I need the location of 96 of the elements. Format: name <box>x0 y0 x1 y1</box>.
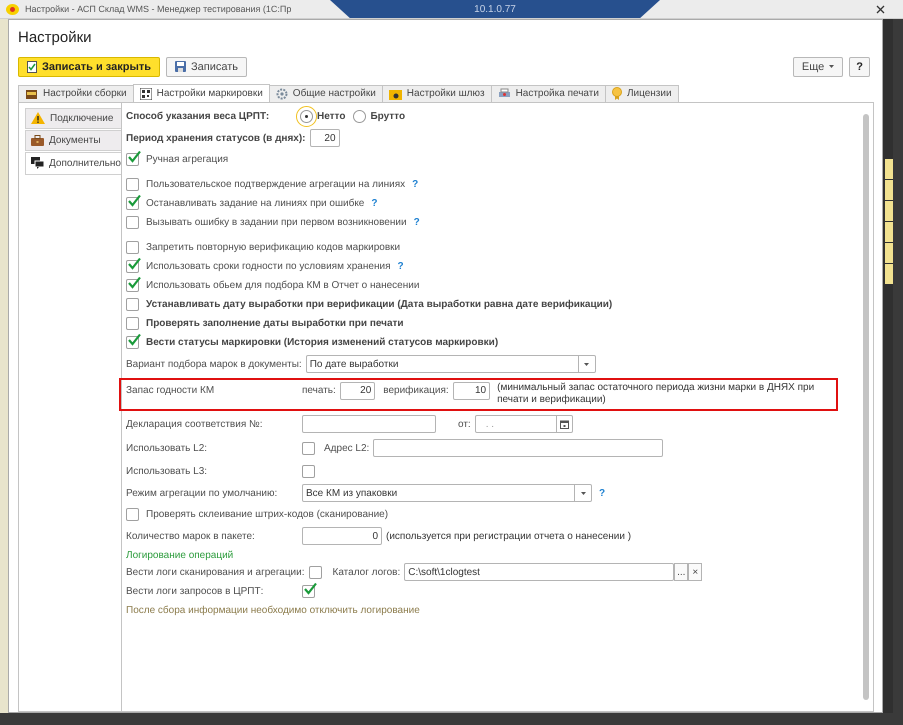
more-button[interactable]: Еще <box>792 56 844 77</box>
close-icon <box>876 5 885 14</box>
help-link[interactable]: ? <box>397 260 404 272</box>
field-label: Период хранения статусов (в днях): <box>126 132 306 144</box>
field-label: Каталог логов: <box>332 566 400 578</box>
option-label: Брутто <box>370 110 406 122</box>
warning-icon <box>31 112 45 124</box>
checkbox-label: Устанавливать дату выработки при верификации (Дата выработки равна дате верификации) <box>146 298 612 310</box>
number-field[interactable]: 0 <box>302 527 382 546</box>
dropdown-field[interactable]: Все КМ из упаковки <box>302 484 592 502</box>
checkbox[interactable] <box>126 278 139 292</box>
help-link[interactable]: ? <box>412 178 418 190</box>
window-title: Настройки - АСП Склад WMS - Менеджер тестирования (1С:Пр <box>25 4 292 14</box>
field-label: Декларация соответствия №: <box>126 418 264 430</box>
tab[interactable]: Настройки шлюз <box>382 84 492 102</box>
checkbox[interactable] <box>126 316 139 330</box>
checkbox-label: Вести статусы маркировки (История изменений статусов маркировки) <box>146 336 498 348</box>
host-address: 10.1.0.77 <box>474 4 516 14</box>
checkbox[interactable] <box>126 196 139 210</box>
hint-text: После сбора информации необходимо отключить логирование <box>126 604 420 616</box>
tab[interactable]: Настройки маркировки <box>132 84 270 103</box>
help-link[interactable]: ? <box>371 198 378 209</box>
field-label: верификация: <box>383 384 449 396</box>
field-label: Использовать L2: <box>126 442 208 454</box>
field-label: Адрес L2: <box>324 442 370 454</box>
side-tab[interactable]: Дополнительно <box>25 152 121 175</box>
field-label: Режим агрегации по умолчанию: <box>126 488 278 499</box>
tab[interactable]: Общие настройки <box>268 84 383 102</box>
radio-button[interactable] <box>353 110 366 123</box>
caret-icon <box>829 65 834 68</box>
side-tab[interactable]: Документы <box>25 130 121 151</box>
checkbox-label: Проверять склеивание штрих-кодов (сканирование) <box>146 508 388 520</box>
printer-icon <box>498 88 511 100</box>
save-button[interactable]: Записать <box>166 56 248 77</box>
checkbox-label: Останавливать задание на линиях при ошибке <box>146 198 364 209</box>
chat-icon <box>31 157 44 170</box>
field-label: Способ указания веса ЦРПТ: <box>126 110 270 122</box>
checkbox[interactable] <box>302 442 315 455</box>
hint-text: (используется при регистрации отчета о нанесении ) <box>386 530 632 542</box>
checkbox-label: Использовать обьем для подбора КМ в Отчет о нанесении <box>146 280 420 291</box>
tab[interactable]: Настройка печати <box>490 84 606 102</box>
number-field[interactable]: 20 <box>310 129 340 148</box>
caret-icon <box>584 362 590 366</box>
clear-button[interactable]: × <box>688 563 702 582</box>
checkbox-label: Ручная агрегация <box>146 154 228 165</box>
dropdown-field[interactable]: По дате выработки <box>306 355 596 374</box>
field-label: печать: <box>302 384 336 396</box>
field-label: Количество марок в пакете: <box>126 530 256 542</box>
checkbox[interactable] <box>308 566 322 579</box>
text-field[interactable]: C:\soft\1clogtest <box>404 563 674 582</box>
choose-button[interactable]: ... <box>674 563 688 582</box>
checkbox[interactable] <box>302 464 315 478</box>
field-label: Вариант подбора марок в документы: <box>126 358 302 370</box>
settings-icon <box>276 88 288 100</box>
number-field[interactable]: 10 <box>452 382 490 400</box>
text-field[interactable] <box>373 439 664 458</box>
checkbox[interactable] <box>126 216 139 229</box>
option-label: Нетто <box>317 110 346 122</box>
field-label: Вести логи сканирования и агрегации: <box>126 566 305 578</box>
calendar-icon <box>560 420 569 429</box>
caret-icon <box>580 492 586 495</box>
hint-text: (минимальный запас остаточного периода жизни марки в ДНЯХ при печати и верификации) <box>497 382 816 406</box>
text-field[interactable] <box>302 415 436 434</box>
briefcase-icon <box>31 134 44 146</box>
field-label: Вести логи запросов в ЦРПТ: <box>126 586 264 597</box>
number-field[interactable]: 20 <box>340 382 376 400</box>
checkbox[interactable] <box>126 508 139 521</box>
form-title: Настройки <box>18 29 93 47</box>
section-title: Логирование операций <box>126 550 234 562</box>
checkbox[interactable] <box>126 336 139 349</box>
checkbox-label: Проверять заполнение даты выработки при печати <box>146 318 404 329</box>
help-link[interactable]: ? <box>599 488 606 499</box>
checkbox[interactable] <box>126 240 139 254</box>
field-label: от: <box>458 418 471 430</box>
qr-code-icon <box>140 88 152 100</box>
help-button[interactable]: ? <box>849 56 870 77</box>
help-link[interactable]: ? <box>414 216 420 228</box>
tab[interactable]: Настройки сборки <box>18 84 134 102</box>
checkbox[interactable] <box>126 298 139 311</box>
checkbox-label: Использовать сроки годности по условиям хранения <box>146 260 390 272</box>
checkbox[interactable] <box>126 260 139 273</box>
save-close-button[interactable]: Записать и закрыть <box>18 56 160 77</box>
field-label: Использовать L3: <box>126 466 208 477</box>
field-label: Запас годности КМ <box>126 384 216 396</box>
checkbox-label: Запретить повторную верификацию кодов маркировки <box>146 242 400 253</box>
checkbox-label: Вызывать ошибку в задании при первом возникновении <box>146 216 407 228</box>
checkbox-label: Пользовательское подтверждение агрегации на линиях <box>146 178 406 190</box>
side-tab[interactable]: Подключение <box>25 108 121 129</box>
checkbox[interactable] <box>126 152 139 166</box>
badge-icon <box>612 87 622 100</box>
toolbox-icon <box>25 88 38 100</box>
tab[interactable]: Лицензии <box>604 84 679 102</box>
app-logo-icon <box>6 4 19 14</box>
checkbox[interactable] <box>302 584 315 598</box>
checkbox[interactable] <box>126 178 139 191</box>
document-check-icon <box>27 60 37 73</box>
